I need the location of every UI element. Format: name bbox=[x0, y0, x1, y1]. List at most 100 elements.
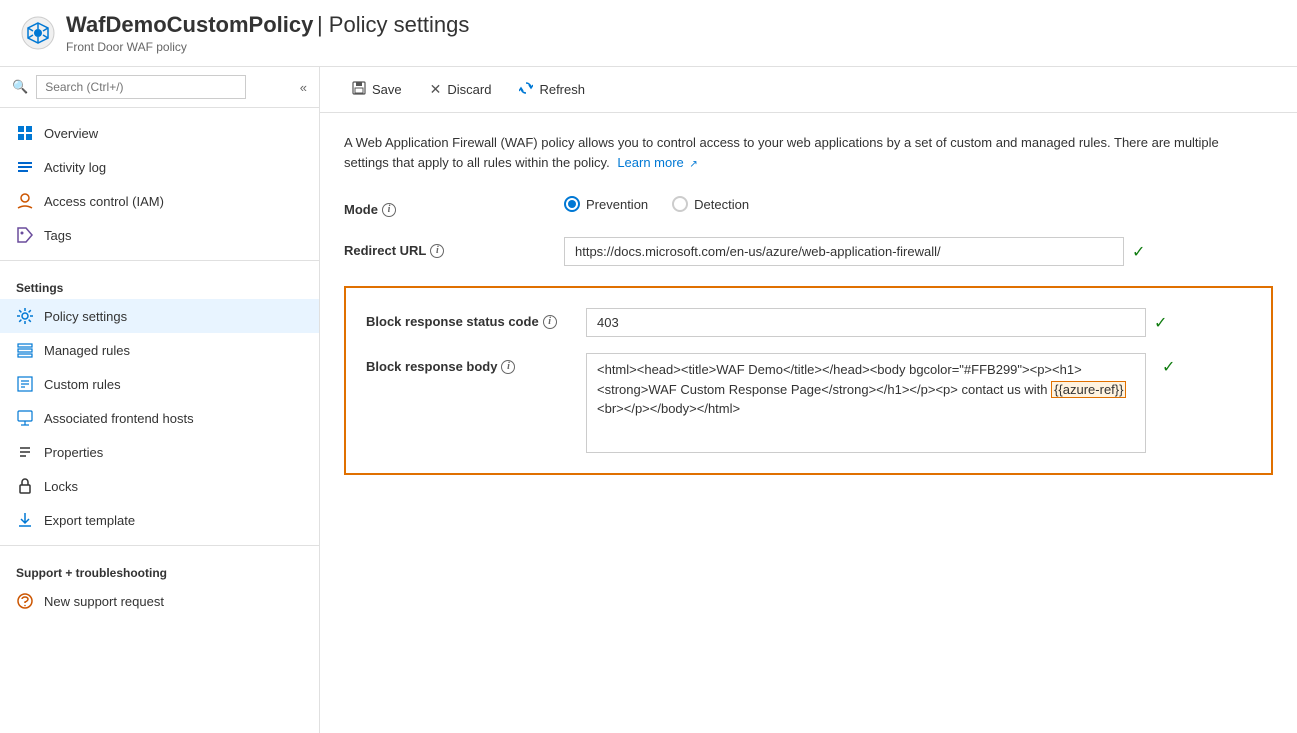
block-body-label: Block response body i bbox=[366, 353, 586, 374]
resource-name: WafDemoCustomPolicy bbox=[66, 12, 313, 37]
discard-label: Discard bbox=[447, 82, 491, 97]
learn-more-link[interactable]: Learn more ↗ bbox=[617, 155, 698, 170]
redirect-url-check-icon: ✓ bbox=[1132, 242, 1145, 262]
support-icon bbox=[16, 592, 34, 610]
refresh-label: Refresh bbox=[539, 82, 585, 97]
page-header: WafDemoCustomPolicy | Policy settings Fr… bbox=[0, 0, 1297, 67]
prevention-radio[interactable]: Prevention bbox=[564, 196, 648, 212]
mode-label: Mode i bbox=[344, 196, 564, 217]
block-body-info-icon[interactable]: i bbox=[501, 360, 515, 374]
azure-ref-highlight: {{azure-ref}} bbox=[1051, 381, 1126, 398]
redirect-url-row: Redirect URL i ✓ bbox=[344, 237, 1273, 266]
main-content: Save ✕ Discard Refresh A Web Application… bbox=[320, 67, 1297, 733]
sidebar-divider-2 bbox=[0, 545, 319, 546]
access-control-icon bbox=[16, 192, 34, 210]
block-response-section: Block response status code i ✓ Block res… bbox=[344, 286, 1273, 475]
search-icon: 🔍 bbox=[12, 79, 28, 95]
sidebar-item-properties[interactable]: Properties bbox=[0, 435, 319, 469]
redirect-url-label: Redirect URL i bbox=[344, 237, 564, 258]
sidebar-search-area: 🔍 « bbox=[0, 67, 319, 108]
header-separator: | bbox=[317, 12, 329, 37]
save-icon bbox=[352, 81, 366, 98]
save-button[interactable]: Save bbox=[340, 75, 414, 104]
policy-settings-icon bbox=[16, 307, 34, 325]
sidebar-item-overview[interactable]: Overview bbox=[0, 116, 319, 150]
sidebar-item-label: Policy settings bbox=[44, 309, 127, 324]
page-content-area: A Web Application Firewall (WAF) policy … bbox=[320, 113, 1297, 733]
block-body-text-1: <html><head><title>WAF Demo</title></hea… bbox=[597, 362, 1082, 397]
sidebar-item-associated-frontend[interactable]: Associated frontend hosts bbox=[0, 401, 319, 435]
mode-row: Mode i Prevention Detection bbox=[344, 196, 1273, 217]
sidebar-item-managed-rules[interactable]: Managed rules bbox=[0, 333, 319, 367]
sidebar-item-locks[interactable]: Locks bbox=[0, 469, 319, 503]
settings-section-header: Settings bbox=[0, 269, 319, 299]
tags-icon bbox=[16, 226, 34, 244]
detection-label: Detection bbox=[694, 197, 749, 212]
refresh-button[interactable]: Refresh bbox=[507, 75, 597, 104]
sidebar-item-label: Associated frontend hosts bbox=[44, 411, 194, 426]
sidebar-item-access-control[interactable]: Access control (IAM) bbox=[0, 184, 319, 218]
sidebar-divider bbox=[0, 260, 319, 261]
page-description: A Web Application Firewall (WAF) policy … bbox=[344, 133, 1244, 172]
detection-radio[interactable]: Detection bbox=[672, 196, 749, 212]
sidebar-item-custom-rules[interactable]: Custom rules bbox=[0, 367, 319, 401]
export-icon bbox=[16, 511, 34, 529]
activity-log-icon bbox=[16, 158, 34, 176]
overview-icon bbox=[16, 124, 34, 142]
frontend-icon bbox=[16, 409, 34, 427]
mode-control: Prevention Detection bbox=[564, 196, 1273, 212]
custom-rules-icon bbox=[16, 375, 34, 393]
sidebar-item-label: Export template bbox=[44, 513, 135, 528]
sidebar-item-activity-log[interactable]: Activity log bbox=[0, 150, 319, 184]
block-status-row: Block response status code i ✓ bbox=[366, 308, 1251, 337]
header-text: WafDemoCustomPolicy | Policy settings Fr… bbox=[66, 12, 469, 54]
managed-rules-icon bbox=[16, 341, 34, 359]
sidebar-item-policy-settings[interactable]: Policy settings bbox=[0, 299, 319, 333]
sidebar-item-label: Custom rules bbox=[44, 377, 121, 392]
toolbar: Save ✕ Discard Refresh bbox=[320, 67, 1297, 113]
sidebar-item-label: Locks bbox=[44, 479, 78, 494]
discard-button[interactable]: ✕ Discard bbox=[418, 75, 504, 104]
redirect-info-icon[interactable]: i bbox=[430, 244, 444, 258]
block-body-text-2: <br></p></body></html> bbox=[597, 401, 740, 416]
block-body-check-icon: ✓ bbox=[1162, 357, 1175, 377]
sidebar-item-new-support[interactable]: New support request bbox=[0, 584, 319, 618]
block-body-row: Block response body i <html><head><title… bbox=[366, 353, 1251, 453]
search-input[interactable] bbox=[36, 75, 246, 99]
redirect-url-control: ✓ bbox=[564, 237, 1273, 266]
redirect-url-input[interactable] bbox=[564, 237, 1124, 266]
block-status-input[interactable] bbox=[586, 308, 1146, 337]
block-status-control: ✓ bbox=[586, 308, 1251, 337]
block-body-display[interactable]: <html><head><title>WAF Demo</title></hea… bbox=[586, 353, 1146, 453]
sidebar-item-label: Managed rules bbox=[44, 343, 130, 358]
prevention-radio-circle bbox=[564, 196, 580, 212]
sidebar-navigation: Overview Activity log Access control (IA… bbox=[0, 108, 319, 626]
block-status-check-icon: ✓ bbox=[1154, 313, 1167, 333]
properties-icon bbox=[16, 443, 34, 461]
sidebar-item-label: Properties bbox=[44, 445, 103, 460]
redirect-url-input-group: ✓ bbox=[564, 237, 1273, 266]
sidebar-item-label: Activity log bbox=[44, 160, 106, 175]
sidebar: 🔍 « Overview Activity log bbox=[0, 67, 320, 733]
sidebar-item-label: New support request bbox=[44, 594, 164, 609]
block-status-label: Block response status code i bbox=[366, 308, 586, 329]
collapse-icon[interactable]: « bbox=[300, 80, 307, 95]
refresh-icon bbox=[519, 81, 533, 98]
sidebar-item-export-template[interactable]: Export template bbox=[0, 503, 319, 537]
external-link-icon: ↗ bbox=[689, 159, 697, 170]
mode-info-icon[interactable]: i bbox=[382, 203, 396, 217]
discard-icon: ✕ bbox=[430, 81, 442, 98]
sidebar-item-label: Tags bbox=[44, 228, 71, 243]
page-section-title: Policy settings bbox=[329, 12, 470, 37]
block-status-input-group: ✓ bbox=[586, 308, 1251, 337]
sidebar-item-label: Access control (IAM) bbox=[44, 194, 164, 209]
resource-type: Front Door WAF policy bbox=[66, 40, 469, 54]
block-body-control: <html><head><title>WAF Demo</title></hea… bbox=[586, 353, 1251, 453]
mode-radio-group: Prevention Detection bbox=[564, 196, 1273, 212]
status-code-info-icon[interactable]: i bbox=[543, 315, 557, 329]
sidebar-item-tags[interactable]: Tags bbox=[0, 218, 319, 252]
detection-radio-circle bbox=[672, 196, 688, 212]
resource-icon bbox=[20, 15, 56, 51]
locks-icon bbox=[16, 477, 34, 495]
sidebar-item-label: Overview bbox=[44, 126, 98, 141]
